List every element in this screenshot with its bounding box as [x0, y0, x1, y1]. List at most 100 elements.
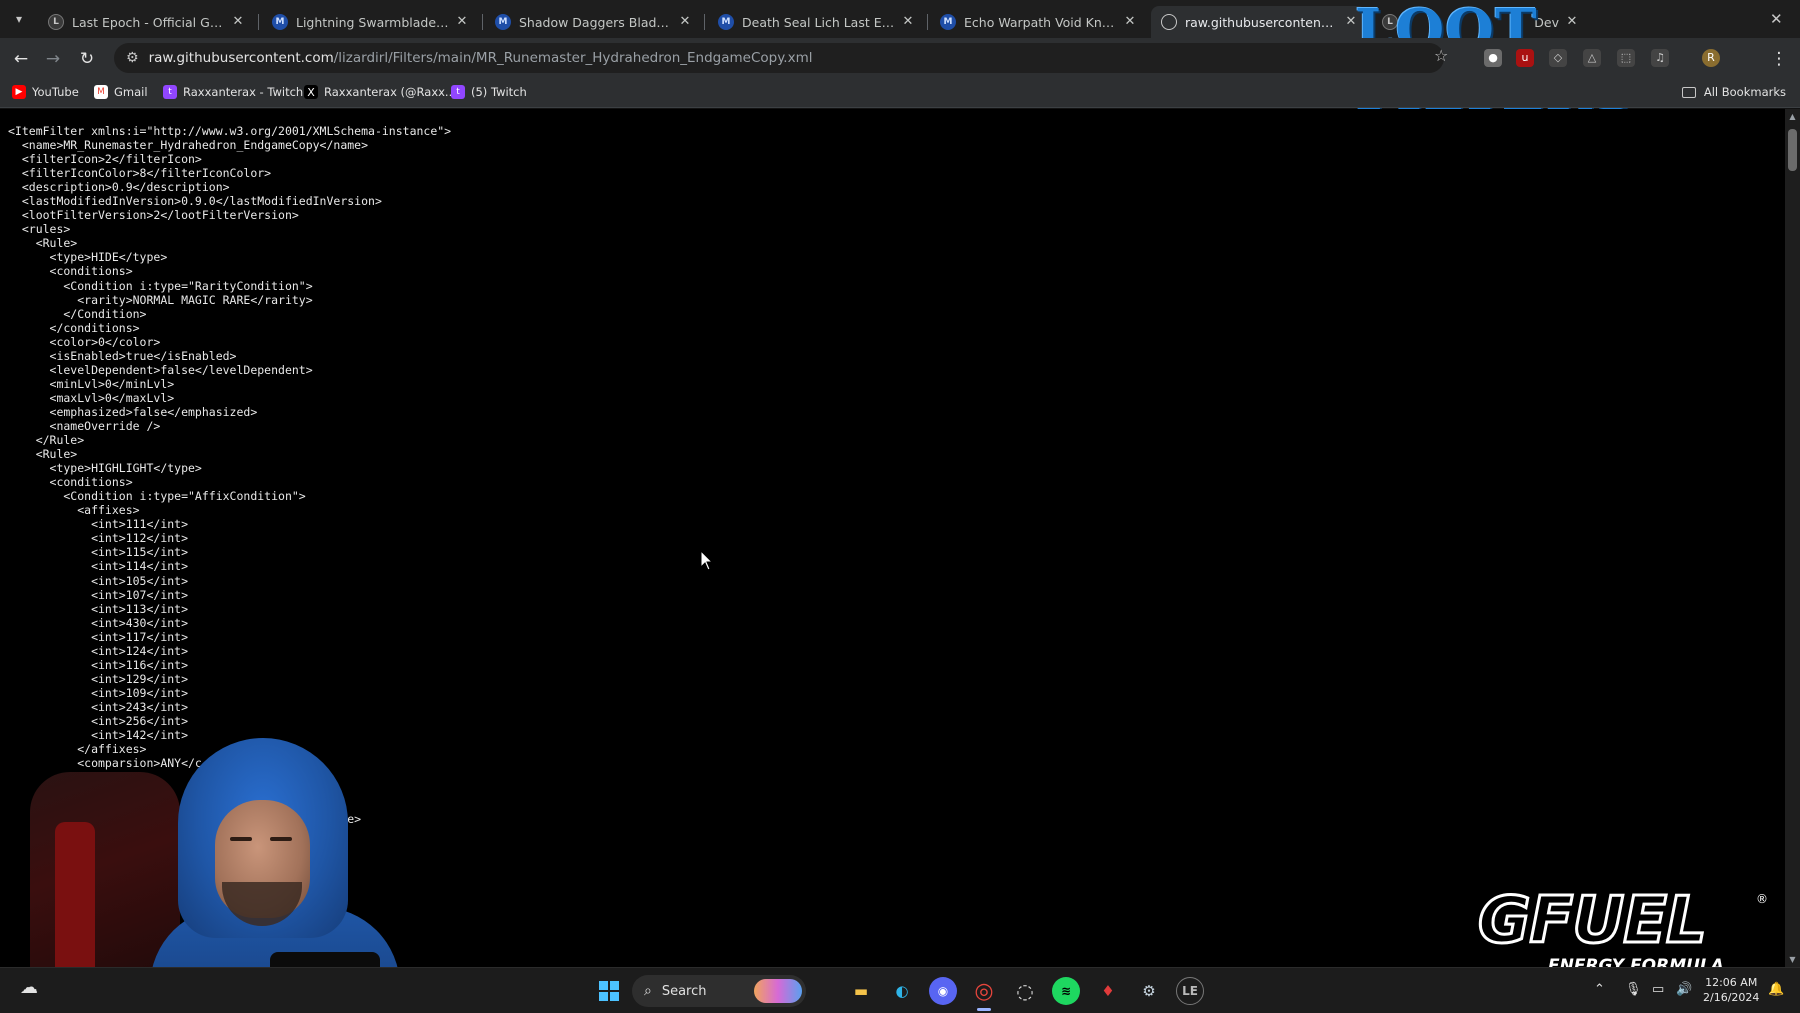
xml-line: <rarity>NORMAL MAGIC RARE</rarity> [8, 292, 313, 307]
xml-source: <ItemFilter xmlns:i="http://www.w3.org/2… [8, 124, 451, 826]
tab-last-epoch[interactable]: L Last Epoch - Official Game Site ✕ [38, 6, 253, 38]
taskbar-search[interactable]: ⌕ Search [632, 975, 806, 1007]
address-bar[interactable]: ⚙ raw.githubusercontent.com /lizardirl/F… [114, 43, 1444, 73]
weather-widget-icon[interactable]: ☁ [20, 977, 38, 998]
xml-line: <filterIconColor>8</filterIconColor> [8, 166, 272, 181]
x-icon: X [304, 85, 318, 99]
close-icon[interactable]: ✕ [1121, 13, 1139, 31]
network-icon[interactable]: ▭ [1652, 982, 1664, 997]
xml-line: <int>115</int> [8, 545, 189, 560]
tab-shadow-daggers[interactable]: M Shadow Daggers Bladedancer ✕ [485, 6, 700, 38]
windows-logo [599, 981, 619, 1001]
xml-line: <Rule> [8, 236, 78, 251]
last-epoch-icon: L [48, 14, 64, 30]
extension-1-icon[interactable]: ● [1484, 49, 1502, 67]
discord-icon[interactable]: ◉ [929, 977, 957, 1005]
extensions-puzzle-icon[interactable]: ⬚ [1617, 49, 1635, 67]
tab-separator [927, 14, 928, 30]
close-icon[interactable]: ✕ [229, 13, 247, 31]
close-icon[interactable]: ✕ [676, 13, 694, 31]
streamlabs-icon[interactable]: ♦ [1094, 977, 1122, 1005]
xml-line: <int>124</int> [8, 643, 189, 658]
xml-line: <lootFilterVersion>2</lootFilterVersion> [8, 208, 299, 223]
xml-line: </Condition> [8, 306, 147, 321]
xml-line: <nameOverride /> [8, 418, 161, 433]
tab-search-chevron-icon[interactable]: ▾ [8, 8, 30, 30]
xml-line: <int>113</int> [8, 601, 189, 616]
xml-line: <int>430</int> [8, 615, 189, 630]
search-label: Search [661, 983, 707, 999]
tab-title: raw.githubusercontent.com/liz [1185, 14, 1338, 30]
obs-icon[interactable]: ◌ [1011, 977, 1039, 1005]
bookmark-youtube[interactable]: ▶ YouTube [12, 85, 79, 99]
taskbar-clock[interactable]: 12:06 AM 2/16/2024 [1703, 975, 1759, 1005]
spotify-icon[interactable]: ≋ [1052, 977, 1080, 1005]
vertical-scrollbar[interactable]: ▲ ▼ [1785, 109, 1800, 967]
bookmark-label: Raxxanterax (@Raxx... [324, 85, 456, 99]
xml-line: <color>0</color> [8, 334, 161, 349]
back-arrow-icon[interactable]: ← [8, 46, 34, 72]
tab-swarmblade-druid[interactable]: M Lightning Swarmblade Druid G ✕ [262, 6, 477, 38]
tab-title: Shadow Daggers Bladedancer [519, 14, 672, 30]
tab-death-seal-lich[interactable]: M Death Seal Lich Last Epoch Buil ✕ [708, 6, 923, 38]
volume-icon[interactable]: 🔊 [1676, 982, 1692, 997]
site-info-icon[interactable]: ⚙ [126, 50, 139, 66]
gfuel-logo: GFUEL [1477, 884, 1709, 958]
xml-line: <rules> [8, 222, 71, 237]
chrome-icon[interactable]: ◎ [970, 977, 998, 1005]
tab-separator [704, 14, 705, 30]
bookmarks-bar: ▶ YouTube M Gmail t Raxxanterax - Twitch… [0, 78, 1800, 108]
close-icon[interactable]: ✕ [453, 13, 471, 31]
notification-bell-icon[interactable]: 🔔 [1768, 982, 1784, 997]
forward-arrow-icon[interactable]: → [40, 46, 66, 72]
clock-date: 2/16/2024 [1703, 991, 1760, 1004]
bookmark-raxxanterax-twitch[interactable]: t Raxxanterax - Twitch [163, 85, 303, 99]
last-epoch-icon[interactable]: LE [1176, 977, 1204, 1005]
bookmark-twitch[interactable]: t (5) Twitch [451, 85, 527, 99]
xml-line: <isEnabled>true</isEnabled> [8, 348, 237, 363]
file-explorer-icon[interactable]: ▬ [847, 977, 875, 1005]
all-bookmarks-label: All Bookmarks [1703, 85, 1786, 99]
scroll-up-icon[interactable]: ▲ [1788, 112, 1797, 121]
bookmark-raxxanterax-x[interactable]: X Raxxanterax (@Raxx... [304, 85, 456, 99]
xml-line: <conditions> [8, 264, 133, 279]
kebab-menu-icon[interactable]: ⋮ [1766, 46, 1792, 72]
media-controls-icon[interactable]: ♫ [1651, 49, 1669, 67]
xml-line: <int>111</int> [8, 517, 189, 532]
xml-line: <Condition i:type="RarityCondition"> [8, 278, 313, 293]
tab-separator [482, 14, 483, 30]
bookmark-star-icon[interactable]: ☆ [1434, 46, 1448, 65]
all-bookmarks-button[interactable]: All Bookmarks [1681, 85, 1786, 99]
close-icon[interactable]: ✕ [899, 13, 917, 31]
edge-icon[interactable]: ◐ [888, 977, 916, 1005]
maxroll-icon: M [272, 14, 288, 30]
xml-line: <type>HIGHLIGHT</type> [8, 461, 202, 476]
tab-echo-warpath[interactable]: M Echo Warpath Void Knight Guid ✕ [930, 6, 1145, 38]
registered-mark: ® [1756, 892, 1768, 906]
extension-3-icon[interactable]: ◇ [1549, 49, 1567, 67]
xml-line: <lastModifiedInVersion>0.9.0</lastModifi… [8, 194, 382, 209]
reload-icon[interactable]: ↻ [74, 46, 100, 72]
microphone-icon[interactable]: 🎙 [1625, 982, 1642, 997]
xml-line: <int>109</int> [8, 685, 189, 700]
xml-line: <levelDependent>false</levelDependent> [8, 362, 313, 377]
twitch-icon: t [163, 85, 177, 99]
bookmark-label: Raxxanterax - Twitch [183, 85, 304, 99]
xml-line: <description>0.9</description> [8, 180, 230, 195]
extension-4-icon[interactable]: △ [1583, 49, 1601, 67]
steam-icon[interactable]: ⚙ [1135, 977, 1163, 1005]
copilot-icon[interactable] [754, 979, 802, 1003]
profile-avatar[interactable]: R [1702, 49, 1720, 67]
tray-chevron-icon[interactable]: ⌃ [1594, 982, 1605, 997]
tab-raw-github-active[interactable]: raw.githubusercontent.com/liz ✕ [1151, 6, 1366, 38]
tab-title: Last Epoch - Official Game Site [72, 14, 225, 30]
bookmark-gmail[interactable]: M Gmail [94, 85, 148, 99]
xml-line: </Rule> [8, 433, 85, 448]
scroll-thumb[interactable] [1788, 129, 1797, 171]
xml-line: <emphasized>false</emphasized> [8, 404, 258, 419]
xml-line: <name>MR_Runemaster_Hydrahedron_EndgameC… [8, 138, 369, 153]
start-icon[interactable] [595, 977, 623, 1005]
streamer-brow [270, 837, 292, 841]
xml-line: <affixes> [8, 503, 140, 518]
ublock-icon[interactable]: u [1516, 49, 1534, 67]
